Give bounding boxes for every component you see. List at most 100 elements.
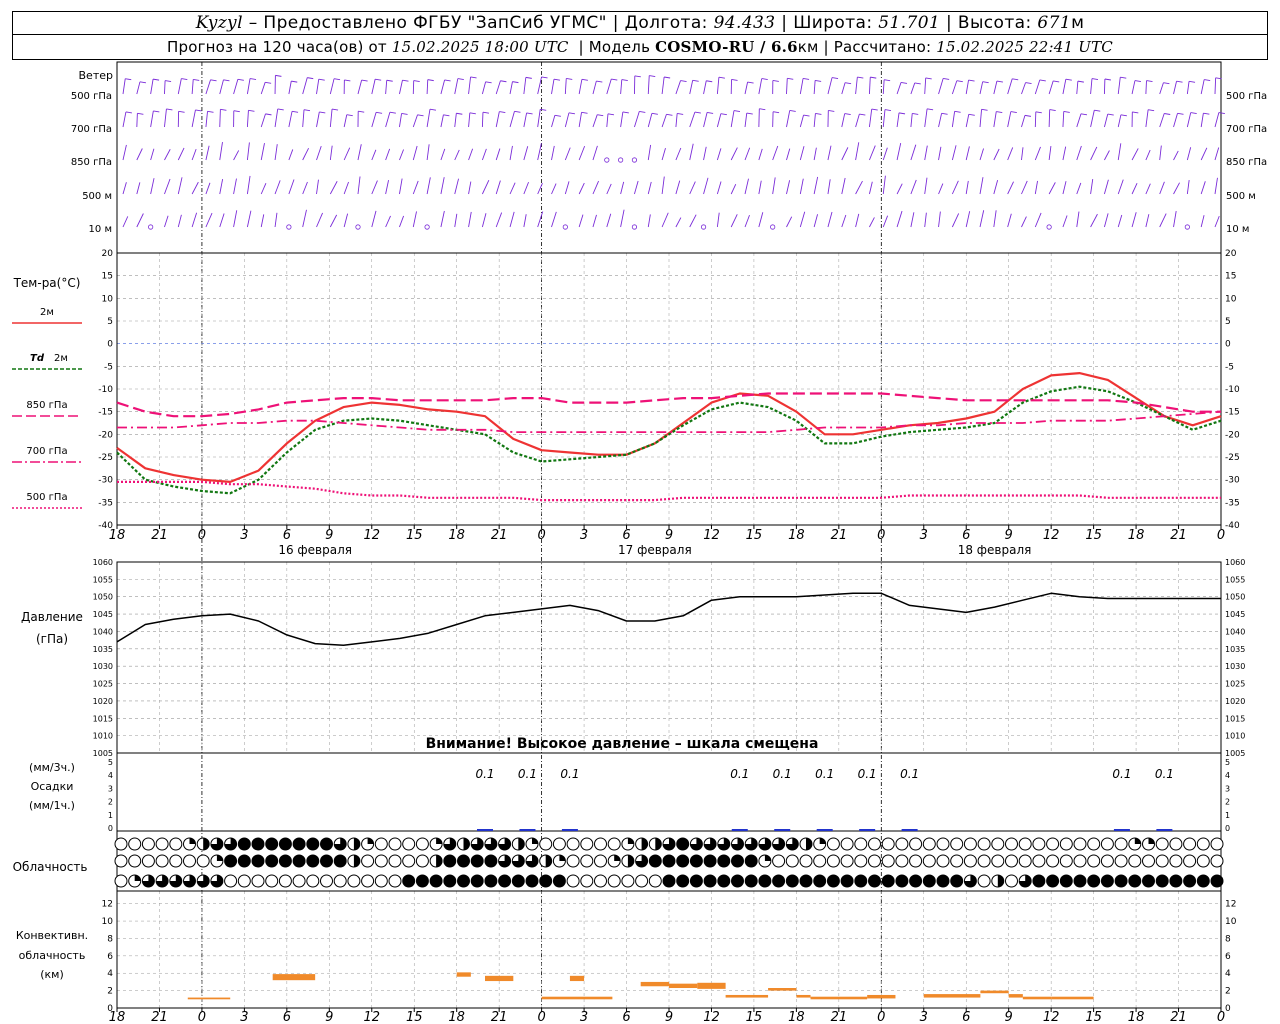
- wind-barb-l4-46: [758, 212, 764, 228]
- cloud-symbol-r2-37: [621, 874, 635, 888]
- wind-barb-l4-8: [233, 210, 238, 228]
- wind-barb-l4-53: [855, 213, 860, 228]
- wind-calm-l4-77: [1184, 224, 1190, 230]
- conv-xtick-12: 6: [622, 1010, 630, 1024]
- wind-barb-l0-23: [440, 79, 446, 95]
- wind-barb-l3-27: [495, 180, 501, 195]
- wind-barb-l0-3: [164, 80, 166, 95]
- cloud-symbol-r0-33: [566, 837, 580, 851]
- wind-barb-l0-39: [661, 76, 665, 95]
- wind-barb-l1-33: [578, 112, 582, 128]
- wind-barb-l1-22: [426, 109, 431, 128]
- cloud-symbol-r1-42: [689, 854, 703, 868]
- wind-barb-l4-36: [620, 209, 625, 228]
- wind-level-700hpa-right: 700 гПа: [1226, 124, 1267, 135]
- cloud-fill-r0-6: [203, 838, 210, 850]
- wind-barb-l1-2: [150, 110, 154, 128]
- wind-barb-l0-4: [177, 78, 182, 95]
- cloud-symbol-r2-55: [868, 874, 881, 888]
- conv-xtick-19: 3: [920, 1010, 928, 1024]
- temp-xtick-23: 15: [1085, 528, 1102, 543]
- wind-barb-l4-20: [399, 215, 405, 228]
- wind-barb-l4-57: [910, 212, 915, 228]
- wind-flag-l1-26: [482, 111, 490, 114]
- cloud-symbol-r2-67: [1032, 874, 1046, 888]
- wind-barb-l4-52: [841, 214, 847, 228]
- wind-barb-l4-11: [274, 212, 278, 228]
- wind-flag-l0-40: [680, 80, 687, 83]
- wind-panel-frame: [116, 61, 1222, 254]
- temp-ytick-right-6: -10: [1225, 385, 1240, 395]
- wind-barb-l0-70: [1090, 78, 1093, 95]
- cloud-symbol-r2-24: [443, 874, 457, 888]
- cloud-fill-r0-38: [641, 838, 648, 850]
- wind-barb-l2-24: [454, 149, 460, 161]
- wind-flag-l1-34: [597, 114, 604, 117]
- wind-barb-l1-14: [316, 111, 320, 128]
- press-ytick-left-3: 1045: [93, 610, 113, 619]
- wind-barb-l1-70: [1090, 110, 1095, 128]
- cloud-symbol-r2-29: [511, 874, 525, 888]
- wind-flag-l0-22: [427, 79, 434, 82]
- wind-barb-l0-35: [606, 78, 612, 95]
- cloud-symbol-r1-49: [785, 854, 799, 868]
- cloud-symbol-r0-69: [1059, 837, 1073, 851]
- wind-barb-l3-25: [468, 181, 472, 195]
- conv-ytick-left-5: 2: [107, 987, 113, 997]
- cloud-symbol-r0-78: [1183, 837, 1197, 851]
- wind-flag-l1-36: [622, 111, 629, 114]
- wind-barb-l0-41: [689, 80, 694, 95]
- wind-flag-l1-6: [207, 110, 214, 113]
- wind-flag-l0-11: [275, 74, 282, 77]
- wind-barb-l3-2: [150, 178, 155, 195]
- wind-flag-l1-23: [443, 114, 450, 117]
- meteogram: 20 2015 1510 105 50 0-5 -5-10 -10-15 -15-20 -20-2…: [12, 61, 1267, 1024]
- wind-flag-l1-44: [733, 110, 741, 112]
- wind-flag-l0-65: [1025, 82, 1032, 85]
- wind-barb-l0-5: [191, 79, 194, 95]
- temp-xtick-24: 18: [1128, 528, 1145, 543]
- wind-barb-l2-41: [689, 143, 694, 161]
- wind-barb-l1-20: [399, 113, 403, 128]
- wind-barb-l4-4: [177, 214, 182, 228]
- cloud-symbol-r1-70: [1073, 854, 1087, 868]
- precip-bar-5: [816, 829, 833, 831]
- wind-barb-l2-23: [440, 148, 446, 161]
- cloud-symbol-r1-76: [1155, 854, 1169, 868]
- cloud-symbol-r2-35: [594, 874, 607, 888]
- wind-barb-l3-55: [882, 175, 886, 195]
- wind-barb-l2-54: [869, 145, 876, 161]
- wind-barb-l0-38: [647, 75, 650, 95]
- precip-label-3: 0.1: [730, 767, 749, 781]
- cloud-symbol-r1-45: [731, 854, 744, 868]
- conv-xtick-11: 3: [580, 1010, 588, 1024]
- wind-barb-l0-2: [150, 79, 154, 95]
- wind-flag-l0-53: [857, 76, 864, 79]
- wind-barb-l3-43: [716, 181, 722, 195]
- wind-barb-l0-24: [454, 78, 459, 95]
- wind-flag-l0-35: [611, 78, 618, 81]
- cloud-symbol-r1-2: [141, 854, 155, 868]
- wind-flag-l1-58: [927, 108, 934, 111]
- cloud-symbol-r0-21: [402, 837, 416, 851]
- cloud-symbol-r2-13: [292, 874, 306, 888]
- precip-ytick-right-4: 1: [1225, 811, 1230, 820]
- wind-calm-l4-67: [1046, 224, 1052, 230]
- temp-xtick-18: 0: [877, 528, 885, 543]
- conv-ytick-left-0: 12: [102, 900, 113, 910]
- conv-ytick-left-4: 4: [107, 969, 113, 979]
- wind-barb-l0-48: [786, 78, 788, 95]
- wind-barb-l3-35: [606, 183, 612, 195]
- wind-barb-l2-33: [578, 145, 586, 161]
- cloud-symbol-r2-65: [1005, 874, 1018, 888]
- wind-barb-l4-25: [468, 211, 472, 228]
- cloud-symbol-r1-75: [1142, 854, 1155, 868]
- cloud-symbol-r1-39: [648, 854, 662, 868]
- cloud-symbol-r1-9: [237, 854, 251, 868]
- cloud-symbol-r0-67: [1032, 837, 1046, 851]
- wind-flag-l1-45: [746, 112, 753, 115]
- wind-barb-l2-40: [675, 147, 682, 161]
- conv-bar-17: [1022, 996, 1052, 1000]
- wind-flag-l1-13: [303, 109, 311, 112]
- temp-xtick-11: 3: [580, 528, 588, 543]
